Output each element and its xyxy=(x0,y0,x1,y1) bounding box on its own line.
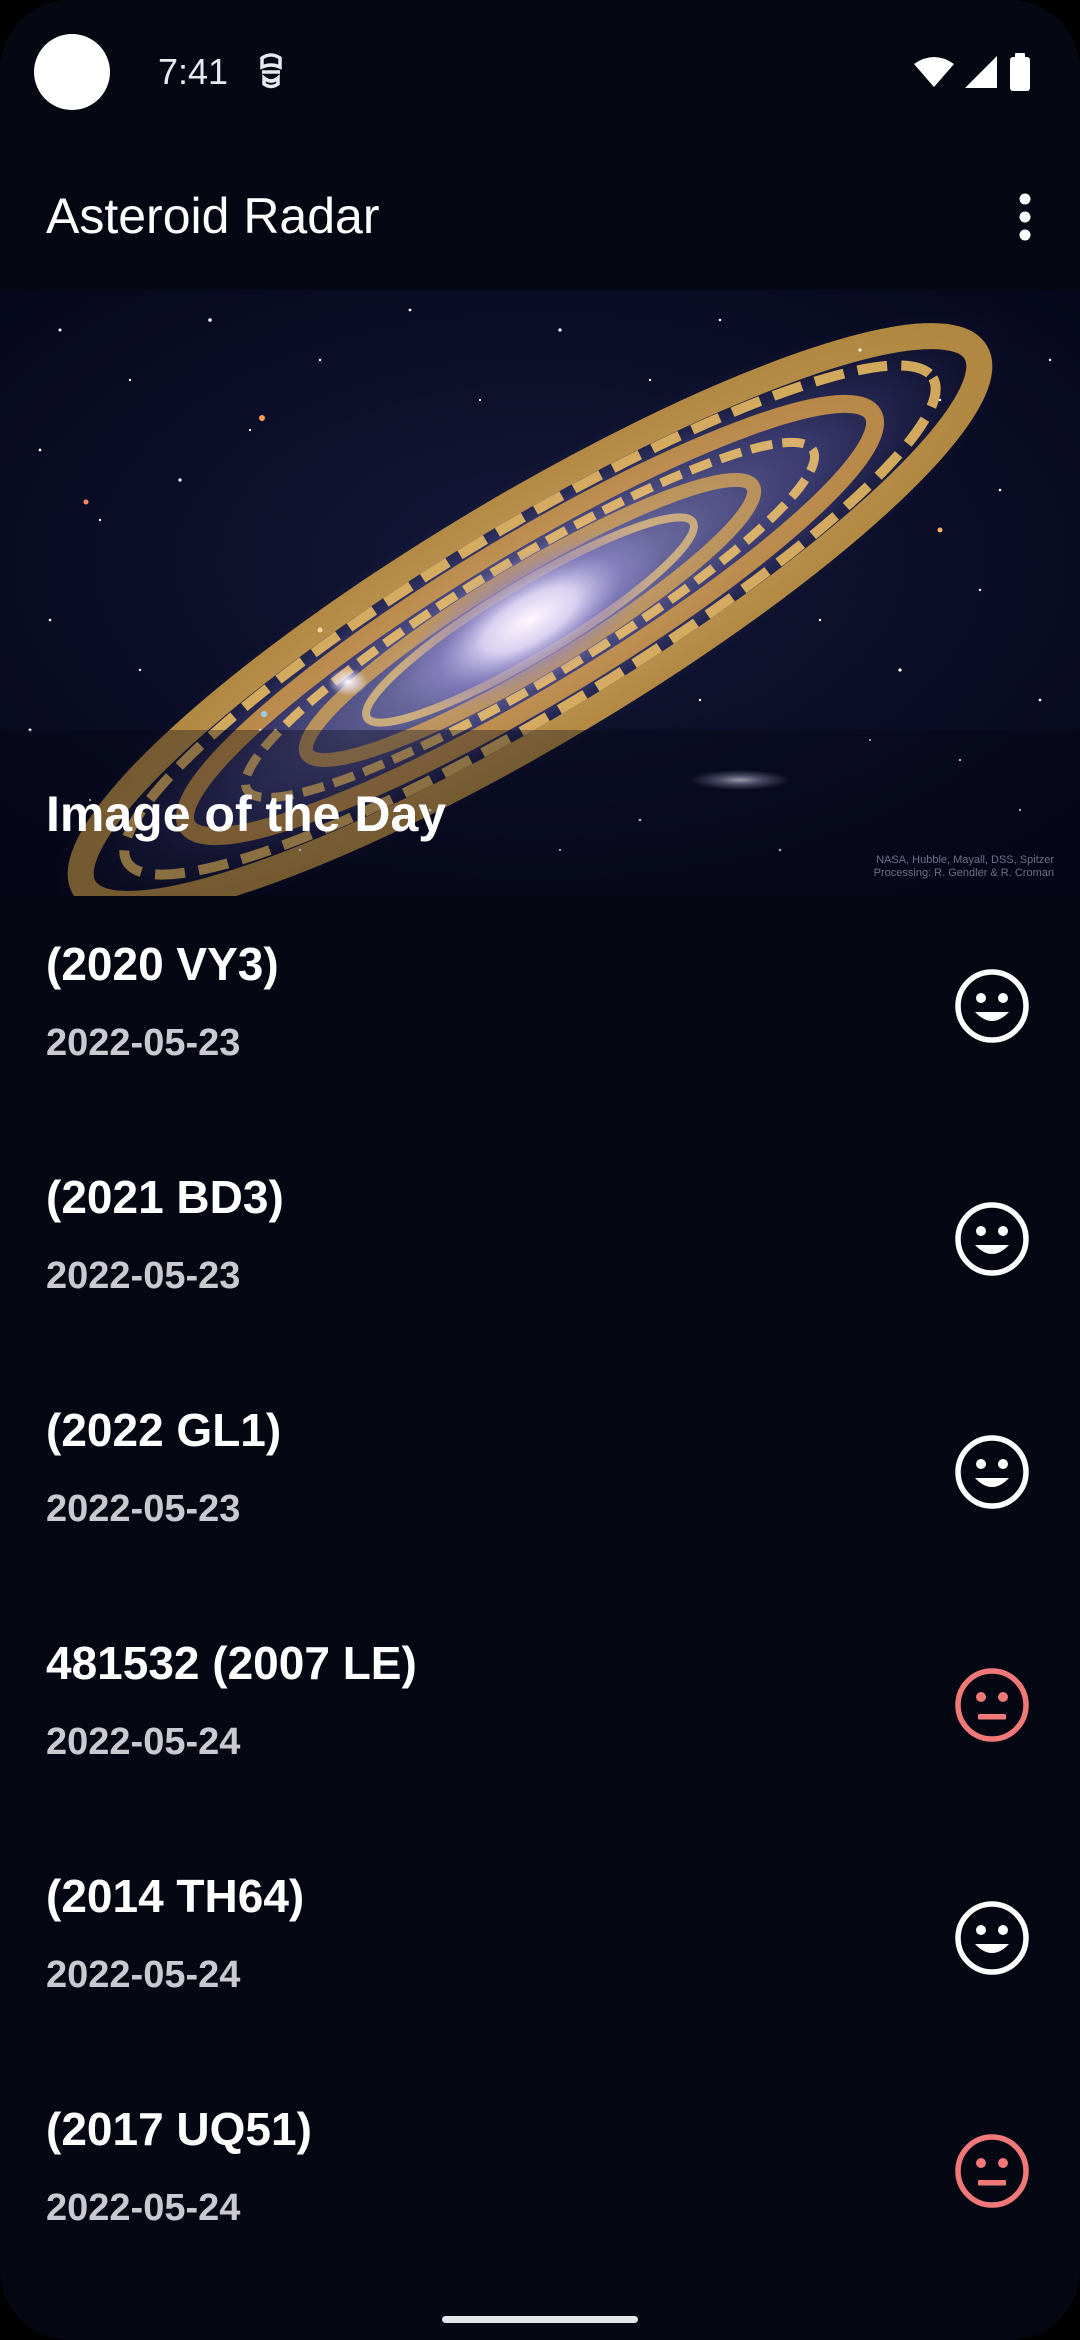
status-bar: 7:41 xyxy=(0,0,1080,146)
app-screen: 7:41 Asteroid Radar Image of the Day NAS… xyxy=(0,0,1080,2340)
smiley-neutral-icon xyxy=(955,2134,1029,2208)
asteroid-date: 2022-05-23 xyxy=(46,1488,241,1530)
app-title: Asteroid Radar xyxy=(46,188,380,244)
asteroid-list: (2020 VY3) 2022-05-23 (2021 BD3) 2022-05… xyxy=(0,896,1080,2294)
image-of-the-day-label: Image of the Day xyxy=(46,786,447,842)
image-credit: NASA, Hubble, Mayall, DSS, Spitzer Proce… xyxy=(794,854,1054,880)
asteroid-name: (2017 UQ51) xyxy=(46,2103,312,2155)
asteroid-date: 2022-05-24 xyxy=(46,2187,241,2229)
asteroid-name: (2014 TH64) xyxy=(46,1870,305,1922)
overflow-menu-button[interactable] xyxy=(990,182,1060,252)
smiley-happy-icon xyxy=(955,1435,1029,1509)
asteroid-list-item[interactable]: (2022 GL1) 2022-05-23 xyxy=(0,1362,1080,1595)
smiley-happy-icon xyxy=(955,1202,1029,1276)
image-of-the-day[interactable]: Image of the Day NASA, Hubble, Mayall, D… xyxy=(0,290,1080,896)
asteroid-date: 2022-05-23 xyxy=(46,1022,241,1064)
status-icons xyxy=(914,50,1032,94)
battery-icon xyxy=(1010,53,1030,91)
asteroid-date: 2022-05-24 xyxy=(46,1721,241,1763)
smiley-happy-icon xyxy=(955,1901,1029,1975)
gesture-navigation-bar[interactable] xyxy=(442,2316,638,2323)
cell-signal-icon xyxy=(965,56,997,88)
asteroid-date: 2022-05-24 xyxy=(46,1954,241,1996)
smiley-happy-icon xyxy=(955,969,1029,1043)
more-vert-icon xyxy=(1019,193,1031,241)
asteroid-name: 481532 (2007 LE) xyxy=(46,1637,417,1689)
image-credit-line: Processing: R. Gendler & R. Croman xyxy=(873,867,1054,879)
asteroid-name: (2021 BD3) xyxy=(46,1171,284,1223)
asteroid-list-item[interactable]: (2017 UQ51) 2022-05-24 xyxy=(0,2061,1080,2294)
smiley-neutral-icon xyxy=(955,1668,1029,1742)
asteroid-list-item[interactable]: (2014 TH64) 2022-05-24 xyxy=(0,1828,1080,2061)
asteroid-list-item[interactable]: (2020 VY3) 2022-05-23 xyxy=(0,896,1080,1129)
status-time: 7:41 xyxy=(158,51,229,92)
asteroid-list-item[interactable]: (2021 BD3) 2022-05-23 xyxy=(0,1129,1080,1362)
asteroid-list-item[interactable]: 481532 (2007 LE) 2022-05-24 xyxy=(0,1595,1080,1828)
asteroid-date: 2022-05-23 xyxy=(46,1255,241,1297)
asteroid-name: (2022 GL1) xyxy=(46,1404,282,1456)
camera-cutout xyxy=(34,34,110,110)
image-credit-line: NASA, Hubble, Mayall, DSS, Spitzer xyxy=(876,854,1054,866)
notification-icon xyxy=(260,53,282,89)
asteroid-name: (2020 VY3) xyxy=(46,938,279,990)
app-bar: Asteroid Radar xyxy=(0,146,1080,290)
wifi-icon xyxy=(914,57,954,87)
